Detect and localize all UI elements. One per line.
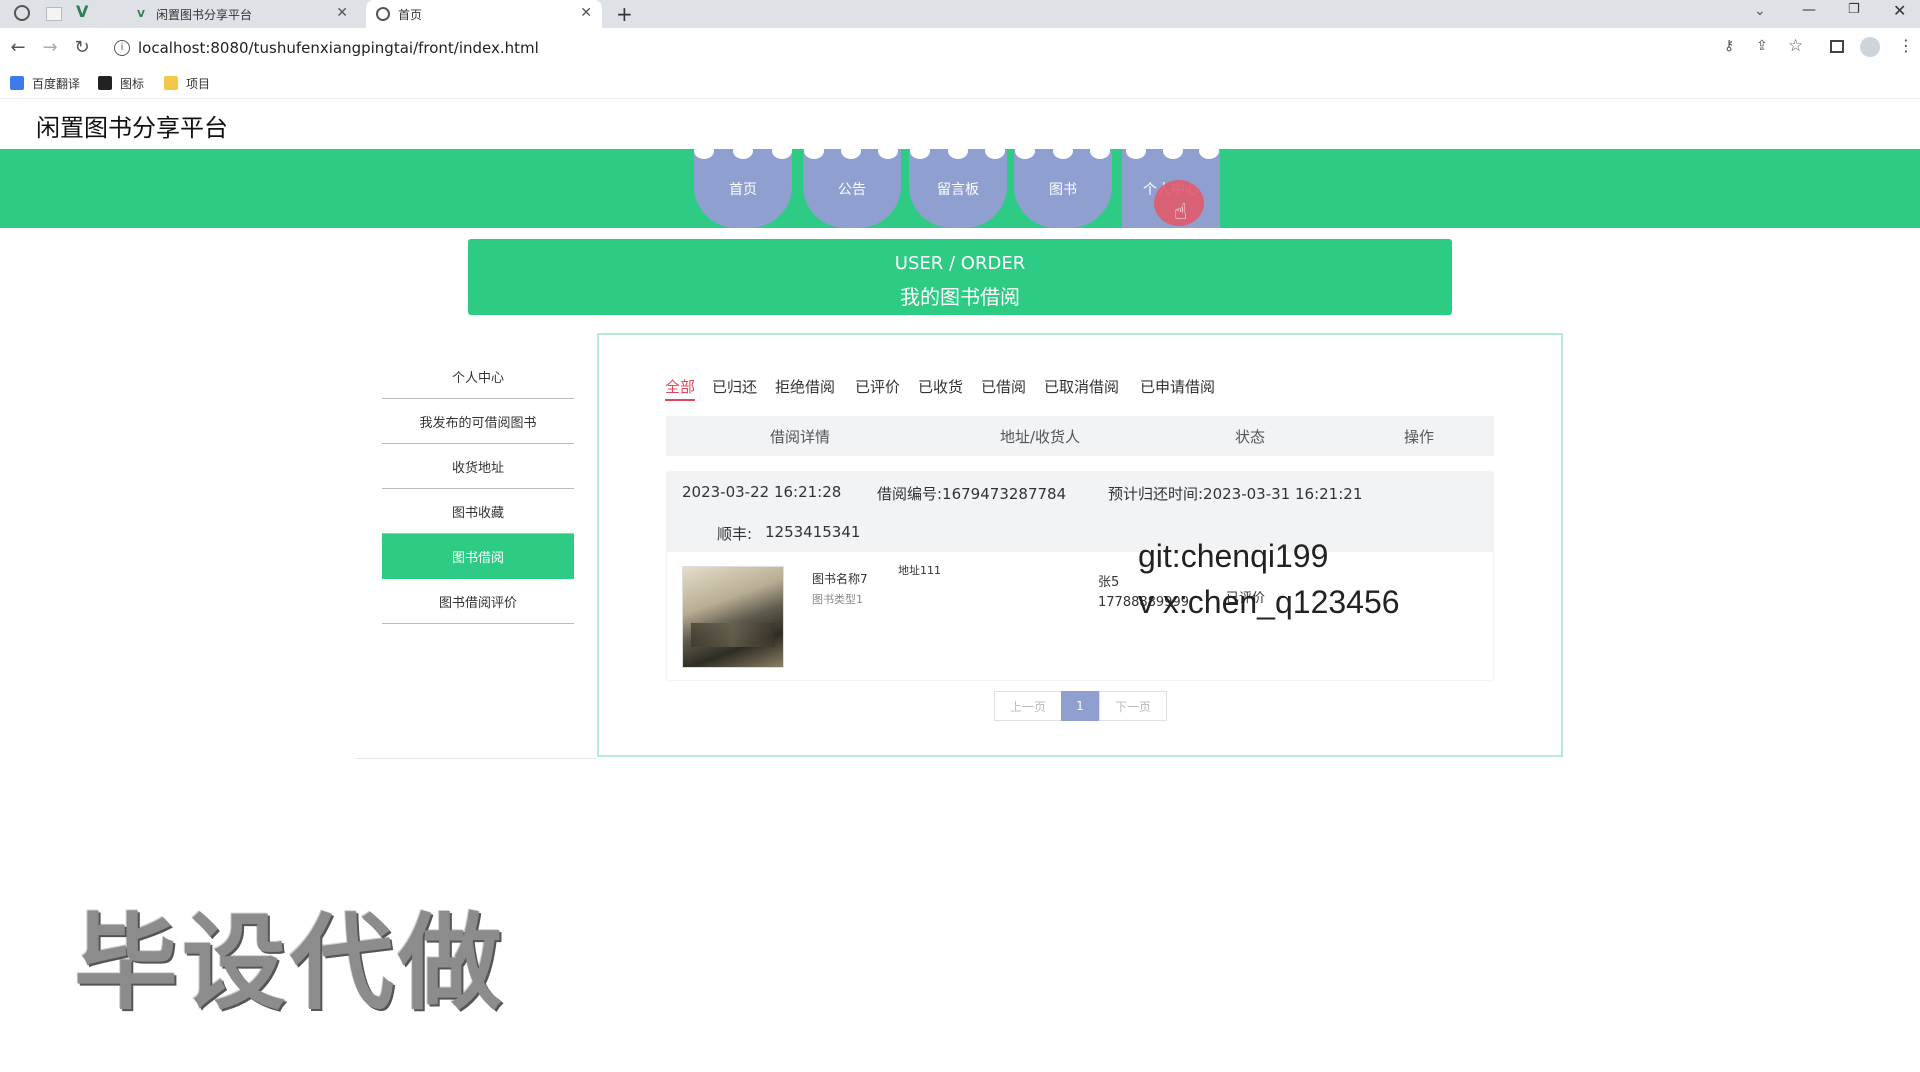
receiver-name: 张5 <box>1098 575 1120 590</box>
banner-subtitle: USER / ORDER <box>894 253 1026 274</box>
nav-notice[interactable]: 公告 <box>803 149 901 228</box>
hand-cursor-icon: ☝ <box>1174 200 1188 225</box>
close-icon[interactable]: ✕ <box>580 5 592 21</box>
browser-tab-2-title: 首页 <box>398 7 423 22</box>
col-address: 地址/收货人 <box>1000 428 1081 446</box>
back-arrow-icon[interactable]: ← <box>6 36 30 60</box>
vue-icon[interactable]: V <box>76 2 88 21</box>
sidebar-item-borrow[interactable]: 图书借阅 <box>382 534 574 579</box>
book-name[interactable]: 图书名称7 <box>812 570 868 587</box>
forward-arrow-icon[interactable]: → <box>38 36 62 60</box>
scallop-decor <box>985 143 1005 159</box>
scallop-decor <box>1163 143 1183 159</box>
sidebar-item-my-books[interactable]: 我发布的可借阅图书 <box>382 399 574 444</box>
window-close-icon[interactable]: ✕ <box>1893 1 1906 20</box>
filter-cancelled[interactable]: 已取消借阅 <box>1044 376 1119 397</box>
new-tab-button[interactable]: + <box>616 2 633 26</box>
share-icon[interactable]: ⇪ <box>1756 38 1768 54</box>
profile-avatar-icon[interactable] <box>1860 37 1880 57</box>
restore-icon[interactable]: ❐ <box>1848 2 1860 17</box>
cover-detail <box>691 623 775 647</box>
scallop-decor <box>804 143 824 159</box>
key-icon[interactable]: ⚷ <box>1724 38 1734 54</box>
bookmark-label: 百度翻译 <box>32 76 81 91</box>
sidebar-item-personal-center[interactable]: 个人中心 <box>382 354 574 399</box>
scallop-decor <box>1090 143 1110 159</box>
browser-tab-2[interactable]: 首页 ✕ <box>366 0 602 28</box>
sidepanel-icon[interactable] <box>1830 40 1844 53</box>
bookmark-icons[interactable]: 图标 <box>98 72 144 94</box>
vue-tab-icon: V <box>137 8 145 20</box>
scallop-decor <box>1126 143 1146 159</box>
page-banner: USER / ORDER 我的图书借阅 <box>468 239 1452 315</box>
translate-icon <box>10 76 24 90</box>
filter-applied[interactable]: 已申请借阅 <box>1140 376 1215 397</box>
reload-icon[interactable]: ↻ <box>70 36 94 60</box>
image-icon <box>98 76 112 90</box>
scallop-decor <box>1199 143 1219 159</box>
sidebar-item-address[interactable]: 收货地址 <box>382 444 574 489</box>
banner-title: 我的图书借阅 <box>900 285 1020 309</box>
filter-borrowed[interactable]: 已借阅 <box>981 376 1026 397</box>
watermark-git: git:chenqi199 <box>1138 538 1329 574</box>
sidebar-item-favorites[interactable]: 图书收藏 <box>382 489 574 534</box>
nav-home[interactable]: 首页 <box>694 149 792 228</box>
nav-books[interactable]: 图书 <box>1014 149 1112 228</box>
nav-message-board[interactable]: 留言板 <box>909 149 1007 228</box>
info-icon[interactable]: i <box>114 40 130 56</box>
watermark-vx: v x:chen_q123456 <box>1138 584 1400 620</box>
filter-all[interactable]: 全部 <box>665 376 696 401</box>
order-number: 借阅编号:1679473287784 <box>877 485 1067 503</box>
bookmarks-bar <box>0 68 1920 99</box>
filter-rejected[interactable]: 拒绝借阅 <box>775 376 835 397</box>
watermark-big-text: 毕设代做 <box>74 902 507 1024</box>
order-address: 地址111 <box>898 564 941 577</box>
folder-icon <box>164 76 178 90</box>
filter-received[interactable]: 已收货 <box>918 376 963 397</box>
book-cover-image[interactable] <box>682 566 784 668</box>
col-action: 操作 <box>1404 428 1435 446</box>
order-return-time: 预计归还时间:2023-03-31 16:21:21 <box>1108 485 1363 503</box>
tracking-number: 1253415341 <box>765 523 861 541</box>
bookmark-project-folder[interactable]: 项目 <box>164 72 210 94</box>
globe-icon <box>376 7 390 21</box>
courier-label: 顺丰: <box>717 525 753 543</box>
pagination-prev[interactable]: 上一页 <box>994 691 1062 721</box>
chrome-icon[interactable] <box>14 5 30 21</box>
col-status: 状态 <box>1235 428 1266 446</box>
url-field[interactable]: localhost:8080/tushufenxiangpingtai/fron… <box>138 33 1738 63</box>
book-type: 图书类型1 <box>812 593 863 606</box>
scallop-decor <box>694 143 714 159</box>
pagination-page-1[interactable]: 1 <box>1061 691 1099 721</box>
site-title: 闲置图书分享平台 <box>36 114 228 142</box>
sidebar-item-borrow-review[interactable]: 图书借阅评价 <box>382 579 574 624</box>
scallop-decor <box>948 143 968 159</box>
bookmark-baidu-translate[interactable]: 百度翻译 <box>10 72 80 94</box>
scallop-decor <box>841 143 861 159</box>
order-datetime: 2023-03-22 16:21:28 <box>682 483 842 501</box>
minimize-icon[interactable]: — <box>1802 2 1816 18</box>
browser-tab-1[interactable]: V 闲置图书分享平台 ✕ <box>98 0 358 28</box>
filter-returned[interactable]: 已归还 <box>712 376 757 397</box>
menu-dots-icon[interactable]: ⋮ <box>1898 36 1914 55</box>
bookmark-label: 图标 <box>120 76 145 91</box>
browser-tab-1-title: 闲置图书分享平台 <box>156 7 253 22</box>
col-borrow-detail: 借阅详情 <box>770 428 831 446</box>
scallop-decor <box>772 143 792 159</box>
star-icon[interactable]: ☆ <box>1788 36 1803 56</box>
filter-reviewed[interactable]: 已评价 <box>855 376 900 397</box>
pagination-next[interactable]: 下一页 <box>1099 691 1167 721</box>
scallop-decor <box>878 143 898 159</box>
tab-search-chevron-icon[interactable]: ⌄ <box>1754 3 1766 19</box>
scallop-decor <box>1015 143 1035 159</box>
tab-blank-icon[interactable] <box>46 7 62 21</box>
bookmark-label: 项目 <box>186 76 211 91</box>
scallop-decor <box>733 143 753 159</box>
close-icon[interactable]: ✕ <box>336 5 348 21</box>
scallop-decor <box>910 143 930 159</box>
scallop-decor <box>1053 143 1073 159</box>
